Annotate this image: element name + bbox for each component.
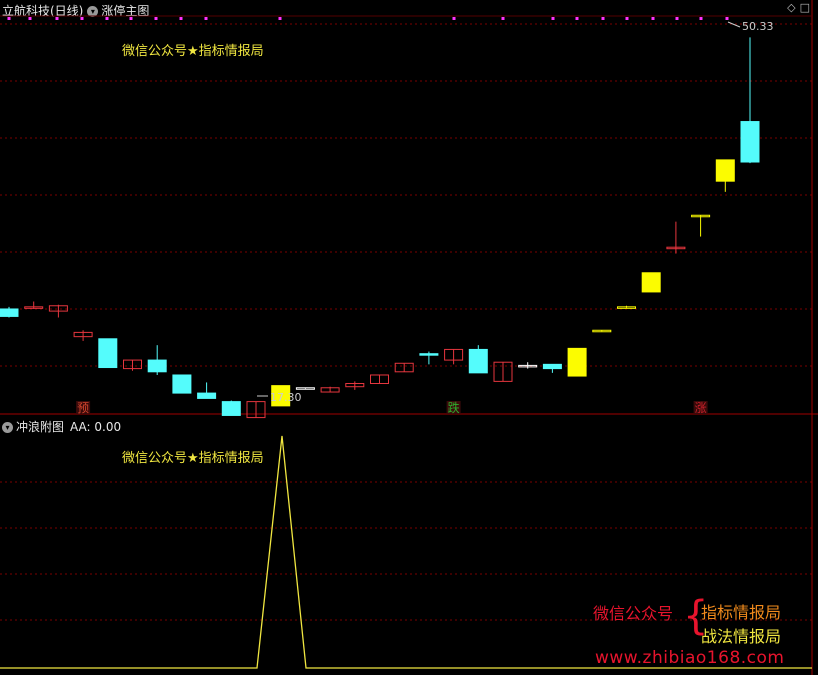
candle-body xyxy=(197,392,217,399)
candle xyxy=(295,387,315,390)
signal-dot xyxy=(675,17,679,20)
candle xyxy=(394,362,414,373)
sub-watermark: 微信公众号★指标情报局 xyxy=(122,451,264,466)
candle-body xyxy=(567,347,587,377)
candle-body xyxy=(542,363,562,370)
candle-body xyxy=(641,272,661,293)
signal-dot xyxy=(725,17,729,20)
candlestick-chart[interactable]: 预 跌 涨 50.33 17.30 xyxy=(0,0,818,675)
candle xyxy=(172,374,192,394)
candle xyxy=(123,359,142,371)
candle xyxy=(419,351,439,365)
grid-lines xyxy=(0,0,818,675)
candle xyxy=(740,37,760,164)
brand-logo: 微信公众号 { 指标情报局 战法情报局 www.zhibiao168.com xyxy=(593,596,808,672)
aa-value-label: AA: 0.00 xyxy=(70,420,122,434)
signal-dot xyxy=(80,17,84,20)
signal-dot xyxy=(278,17,282,20)
signal-marker-text: 涨 xyxy=(695,400,707,415)
brand-wechat: 微信公众号 xyxy=(593,604,674,623)
signal-dot xyxy=(154,17,158,20)
signal-dot xyxy=(625,17,629,20)
candle xyxy=(691,214,711,237)
candle xyxy=(715,159,735,192)
candle-body xyxy=(715,159,735,182)
low-price-label: 17.30 xyxy=(270,391,302,404)
signal-dot xyxy=(7,17,11,20)
candle-body xyxy=(468,348,488,374)
candle xyxy=(468,345,488,374)
candle xyxy=(98,338,118,369)
candle xyxy=(197,382,217,399)
candle xyxy=(542,363,562,373)
signal-markers: 预跌涨 xyxy=(76,400,708,415)
candle-body xyxy=(221,401,241,416)
signal-dot xyxy=(129,17,133,20)
candle xyxy=(518,362,538,369)
signal-dots xyxy=(7,17,729,20)
chevron-down-icon[interactable]: ▾ xyxy=(2,422,13,433)
candle xyxy=(73,330,93,341)
candle xyxy=(320,386,340,393)
candle xyxy=(493,361,513,382)
candle xyxy=(345,381,365,390)
signal-dot xyxy=(55,17,59,20)
sub-indicator-name[interactable]: 冲浪附图 xyxy=(16,420,64,434)
brand-line2: 战法情报局 xyxy=(701,627,782,646)
signal-marker-text: 跌 xyxy=(448,400,460,415)
candle-body xyxy=(98,338,118,369)
high-arrow xyxy=(727,21,741,28)
candle xyxy=(48,304,68,318)
signal-dot xyxy=(601,17,605,20)
candle-body xyxy=(419,353,439,356)
candle xyxy=(246,401,266,419)
candle xyxy=(592,329,612,333)
candle xyxy=(444,348,464,365)
brand-line1: 指标情报局 xyxy=(701,603,782,622)
candle-body xyxy=(147,359,167,373)
candle-body xyxy=(740,121,760,163)
candle xyxy=(641,272,661,293)
signal-dot xyxy=(551,17,555,20)
signal-dot xyxy=(105,17,109,20)
candle xyxy=(24,301,44,309)
candle xyxy=(617,305,636,309)
candle-body xyxy=(172,374,192,394)
signal-dot xyxy=(28,17,32,20)
signal-dot xyxy=(204,17,208,20)
candle xyxy=(567,347,587,377)
candle xyxy=(147,345,167,375)
sub-chart-header: ▾ 冲浪附图 AA: 0.00 xyxy=(2,418,121,435)
candles-layer xyxy=(0,37,760,419)
signal-dot xyxy=(179,17,183,20)
candle xyxy=(0,306,19,318)
brand-url[interactable]: www.zhibiao168.com xyxy=(595,648,784,668)
signal-dot xyxy=(452,17,456,20)
signal-marker-text: 预 xyxy=(77,401,89,415)
high-price-label: 50.33 xyxy=(742,20,774,33)
signal-dot xyxy=(699,17,703,20)
candle xyxy=(221,400,241,416)
signal-dot xyxy=(501,17,505,20)
signal-dot xyxy=(575,17,579,20)
candle xyxy=(370,374,389,385)
candle-body xyxy=(0,308,19,317)
signal-dot xyxy=(651,17,655,20)
candle xyxy=(666,221,686,254)
